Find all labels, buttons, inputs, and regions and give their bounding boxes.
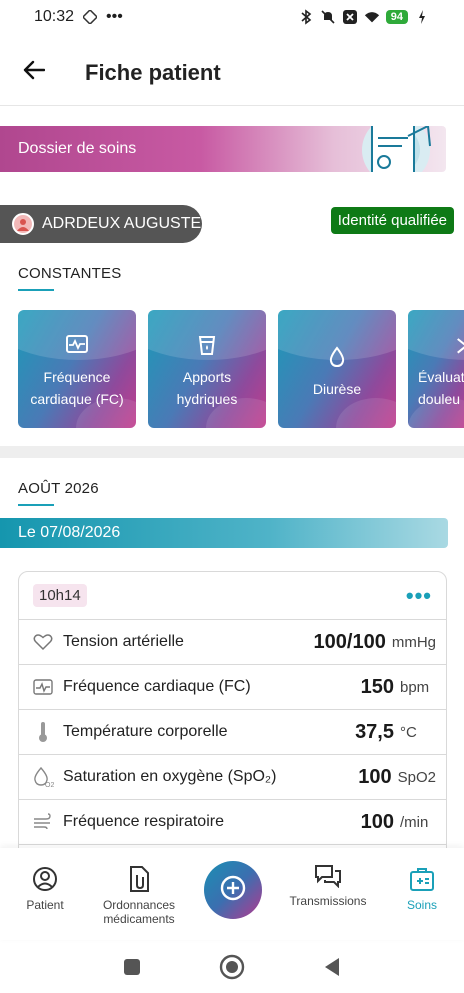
water-glass-icon [148, 334, 266, 356]
vital-row-spo2[interactable]: O2 Saturation en oxygène (SpO₂) 100 SpO2 [19, 755, 446, 800]
card-label: Apports hydriques [176, 369, 238, 407]
vital-value: 100/100 [313, 630, 386, 653]
vitals-record-card: 10h14 ••• Tension artérielle 100/100 mmH… [18, 571, 447, 871]
vital-unit: /min [400, 813, 429, 831]
care-record-banner: Dossier de soins [0, 126, 446, 172]
arrow-left-icon [23, 60, 46, 85]
status-time: 10:32 [34, 8, 75, 25]
recents-button[interactable] [123, 958, 141, 976]
nav-soins[interactable]: Soins [377, 866, 464, 912]
charging-icon [414, 9, 430, 25]
more-options-icon[interactable]: ••• [406, 584, 432, 606]
heart-rate-icon [18, 334, 136, 354]
vital-label: Fréquence respiratoire [63, 813, 224, 830]
battery-level: 94 [385, 10, 408, 24]
add-button[interactable] [204, 861, 262, 919]
record-time: 10h14 [33, 584, 87, 607]
status-more: ••• [106, 8, 123, 25]
vital-unit: °C [400, 723, 417, 741]
patient-name: ADRDEUX AUGUSTE [42, 215, 202, 232]
heart-rate-icon [31, 678, 55, 696]
date-bar: Le 07/08/2026 [0, 518, 448, 548]
vital-row-temperature[interactable]: Température corporelle 37,5 °C [19, 710, 446, 755]
vital-row-respiratory-rate[interactable]: Fréquence respiratoire 100 /min [19, 800, 446, 845]
section-divider [0, 446, 464, 458]
card-fluid-intake[interactable]: Apports hydriques [148, 310, 266, 428]
vital-label: Saturation en oxygène (SpO₂) [63, 768, 277, 785]
mute-icon [320, 9, 336, 25]
vital-unit: SpO2 [397, 768, 436, 786]
system-back-button[interactable] [323, 957, 341, 977]
system-navigation [0, 940, 464, 993]
home-button[interactable] [219, 954, 245, 980]
vital-row-blood-pressure[interactable]: Tension artérielle 100/100 mmHg [19, 620, 446, 665]
vital-value: 37,5 [355, 720, 394, 743]
back-button[interactable] [14, 53, 54, 93]
vital-row-heart-rate[interactable]: Fréquence cardiaque (FC) 150 bpm [19, 665, 446, 710]
wind-icon [31, 813, 55, 831]
card-label: Fréquence cardiaque (FC) [30, 369, 124, 407]
heart-icon [31, 633, 55, 651]
constantes-cards: Fréquence cardiaque (FC) Apports hydriqu… [18, 310, 464, 428]
card-pain-evaluation[interactable]: Évaluat douleu [408, 310, 464, 428]
card-heart-rate[interactable]: Fréquence cardiaque (FC) [18, 310, 136, 428]
svg-text:O2: O2 [45, 782, 54, 788]
prescription-icon [94, 866, 184, 892]
card-label: Diurèse [312, 381, 362, 397]
medical-kit-icon [377, 866, 464, 892]
wifi-icon [364, 9, 380, 25]
vital-label: Tension artérielle [63, 633, 184, 650]
notification-icon [82, 9, 98, 25]
chat-icon [283, 864, 373, 888]
nav-label: Soins [406, 898, 438, 912]
avatar [12, 213, 34, 235]
vital-label: Température corporelle [63, 723, 228, 740]
card-label: Évaluat douleu [418, 369, 464, 407]
bottom-navigation: Patient Ordonnances médicaments Transmis… [0, 848, 464, 940]
vital-unit: bpm [400, 678, 430, 696]
vital-value: 150 [360, 675, 394, 698]
record-header: 10h14 ••• [19, 572, 446, 620]
nav-label: Patient [26, 898, 64, 912]
pain-icon [408, 334, 464, 356]
identity-badge: Identité qualifiée [330, 207, 454, 234]
banner-label: Dossier de soins [18, 140, 137, 157]
vital-label: Fréquence cardiaque (FC) [63, 678, 251, 695]
thermometer-icon [31, 721, 55, 743]
person-icon [0, 866, 90, 892]
vital-value: 100 [358, 765, 392, 788]
nav-prescriptions[interactable]: Ordonnances médicaments [94, 866, 184, 926]
month-title: AOÛT 2026 [18, 480, 99, 506]
nav-patient[interactable]: Patient [0, 866, 90, 912]
app-bar: Fiche patient [0, 40, 464, 106]
vital-value: 100 [360, 810, 394, 833]
close-box-icon [342, 9, 358, 25]
status-bar: 10:32 ••• 94 [0, 0, 464, 34]
card-diuresis[interactable]: Diurèse [278, 310, 396, 428]
vital-unit: mmHg [391, 633, 436, 651]
nav-label: Transmissions [289, 894, 367, 908]
nav-transmissions[interactable]: Transmissions [283, 864, 373, 908]
patient-chip[interactable]: ADRDEUX AUGUSTE [0, 205, 202, 243]
nav-label: Ordonnances médicaments [102, 898, 176, 926]
drop-icon [278, 346, 396, 368]
clipboard-illustration-icon [338, 126, 438, 172]
page-title: Fiche patient [85, 59, 221, 85]
constantes-title: CONSTANTES [18, 265, 122, 291]
oxygen-drop-icon: O2 [31, 766, 55, 788]
bluetooth-icon [298, 9, 314, 25]
plus-circle-icon [220, 875, 246, 906]
